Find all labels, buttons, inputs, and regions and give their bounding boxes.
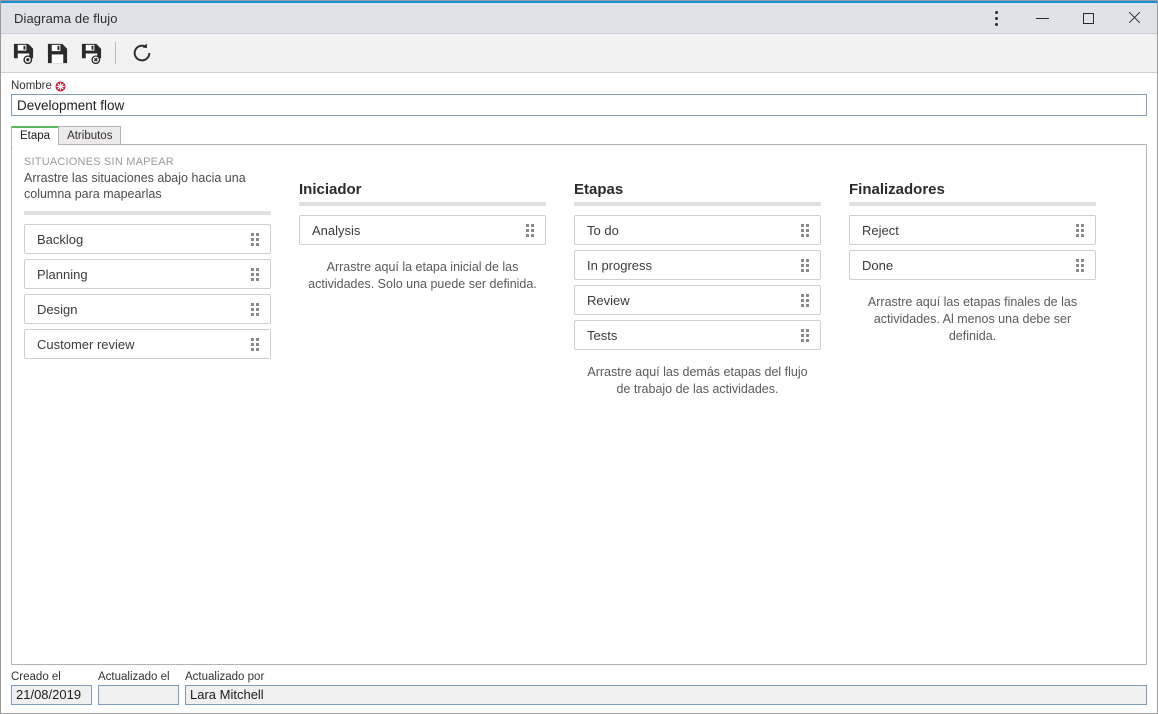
name-input[interactable]: [11, 94, 1147, 116]
save-delete-icon: [81, 43, 101, 64]
drag-handle-icon[interactable]: [251, 302, 262, 316]
column-unmapped: SITUACIONES SIN MAPEAR Arrastre las situ…: [24, 155, 271, 654]
card-label: Design: [37, 301, 78, 317]
updated-by-label: Actualizado por: [185, 671, 265, 683]
window-title: Diagrama de flujo: [14, 10, 118, 26]
tab-atributos-label: Atributos: [67, 130, 113, 142]
card-label: Backlog: [37, 231, 84, 247]
card-label: Analysis: [312, 222, 361, 238]
tab-atributos[interactable]: Atributos: [58, 126, 122, 145]
save-icon: [47, 43, 67, 63]
drag-handle-icon[interactable]: [801, 258, 812, 272]
card-label: Reject: [862, 222, 899, 238]
name-field-label: Nombre: [11, 80, 52, 92]
updated-by-field: Actualizado por Lara Mitchell: [185, 671, 1147, 705]
column-divider: [24, 211, 271, 215]
content-area: Nombre Etapa Atributos SITUACI: [1, 73, 1157, 665]
column-finalizers-title: Finalizadores: [849, 181, 945, 198]
card-design[interactable]: Design: [24, 294, 271, 324]
column-divider: [574, 202, 821, 206]
updated-value: [98, 685, 179, 705]
tab-strip: Etapa Atributos: [11, 126, 1147, 145]
tab-etapa[interactable]: Etapa: [11, 126, 60, 145]
drag-handle-icon[interactable]: [526, 223, 537, 237]
column-finalizers: Finalizadores Reject Done Arrastre aquí …: [849, 155, 1096, 654]
drag-handle-icon[interactable]: [801, 223, 812, 237]
tab-etapa-label: Etapa: [20, 130, 51, 142]
created-label: Creado el: [11, 671, 61, 683]
card-analysis[interactable]: Analysis: [299, 215, 546, 245]
drag-handle-icon[interactable]: [251, 232, 262, 246]
card-label: Customer review: [37, 336, 135, 352]
card-in-progress[interactable]: In progress: [574, 250, 821, 280]
save-button[interactable]: [41, 38, 73, 68]
card-customer-review[interactable]: Customer review: [24, 329, 271, 359]
required-icon: [55, 81, 66, 92]
column-finalizers-hint: Arrastre aquí las etapas finales de las …: [867, 295, 1078, 343]
footer-metadata: Creado el 21/08/2019 Actualizado el Actu…: [1, 665, 1157, 713]
save-delete-button[interactable]: [75, 38, 107, 68]
maximize-button[interactable]: [1065, 4, 1111, 33]
close-button[interactable]: [1111, 4, 1157, 33]
column-initiator-title: Iniciador: [299, 181, 362, 198]
kebab-dot: [994, 10, 998, 14]
toolbar-separator: [115, 42, 116, 64]
card-label: Planning: [37, 266, 88, 282]
column-unmapped-description: Arrastre las situaciones abajo hacia una…: [24, 171, 246, 201]
created-field: Creado el 21/08/2019: [11, 671, 92, 705]
updated-by-value: Lara Mitchell: [185, 685, 1147, 705]
column-divider: [299, 202, 546, 206]
card-backlog[interactable]: Backlog: [24, 224, 271, 254]
card-label: Tests: [587, 327, 618, 343]
app-window: Diagrama de flujo Nombre Development flo…: [0, 0, 1158, 714]
close-icon: [1127, 11, 1141, 25]
updated-field: Actualizado el: [98, 671, 179, 705]
column-stages: Etapas To do In progress Review Tests Ar…: [574, 155, 821, 654]
minimize-button[interactable]: [1019, 4, 1065, 33]
save-new-icon: [13, 43, 33, 64]
title-bar: Diagrama de flujo: [1, 3, 1157, 34]
drag-handle-icon[interactable]: [801, 293, 812, 307]
refresh-icon: [133, 43, 151, 62]
card-label: Review: [587, 292, 630, 308]
maximize-icon: [1082, 12, 1094, 24]
card-reject[interactable]: Reject: [849, 215, 1096, 245]
window-menu-button[interactable]: [973, 4, 1019, 33]
kebab-dot: [994, 16, 998, 20]
column-stages-title: Etapas: [574, 181, 624, 198]
column-divider: [849, 202, 1096, 206]
card-tests[interactable]: Tests: [574, 320, 821, 350]
column-initiator: Iniciador Analysis Arrastre aquí la etap…: [299, 155, 546, 654]
card-planning[interactable]: Planning: [24, 259, 271, 289]
drag-handle-icon[interactable]: [801, 328, 812, 342]
column-unmapped-title: SITUACIONES SIN MAPEAR: [24, 156, 174, 168]
drag-handle-icon[interactable]: [251, 267, 262, 281]
stage-mapping-panel: SITUACIONES SIN MAPEAR Arrastre las situ…: [11, 144, 1147, 665]
drag-handle-icon[interactable]: [1076, 223, 1087, 237]
card-review[interactable]: Review: [574, 285, 821, 315]
updated-label: Actualizado el: [98, 671, 170, 683]
kebab-dot: [994, 22, 998, 26]
card-label: Done: [862, 257, 894, 273]
save-new-button[interactable]: [7, 38, 39, 68]
name-field-label-row: Nombre: [11, 80, 1147, 92]
column-initiator-hint: Arrastre aquí la etapa inicial de las ac…: [308, 260, 537, 291]
card-to-do[interactable]: To do: [574, 215, 821, 245]
drag-handle-icon[interactable]: [251, 337, 262, 351]
card-label: In progress: [587, 257, 653, 273]
column-unmapped-header: SITUACIONES SIN MAPEAR Arrastre las situ…: [24, 155, 271, 202]
card-done[interactable]: Done: [849, 250, 1096, 280]
minimize-icon: [1035, 17, 1049, 19]
toolbar: [1, 34, 1157, 73]
refresh-button[interactable]: [126, 38, 158, 68]
drag-handle-icon[interactable]: [1076, 258, 1087, 272]
card-label: To do: [587, 222, 619, 238]
column-stages-hint: Arrastre aquí las demás etapas del flujo…: [587, 365, 808, 396]
created-value: 21/08/2019: [11, 685, 92, 705]
